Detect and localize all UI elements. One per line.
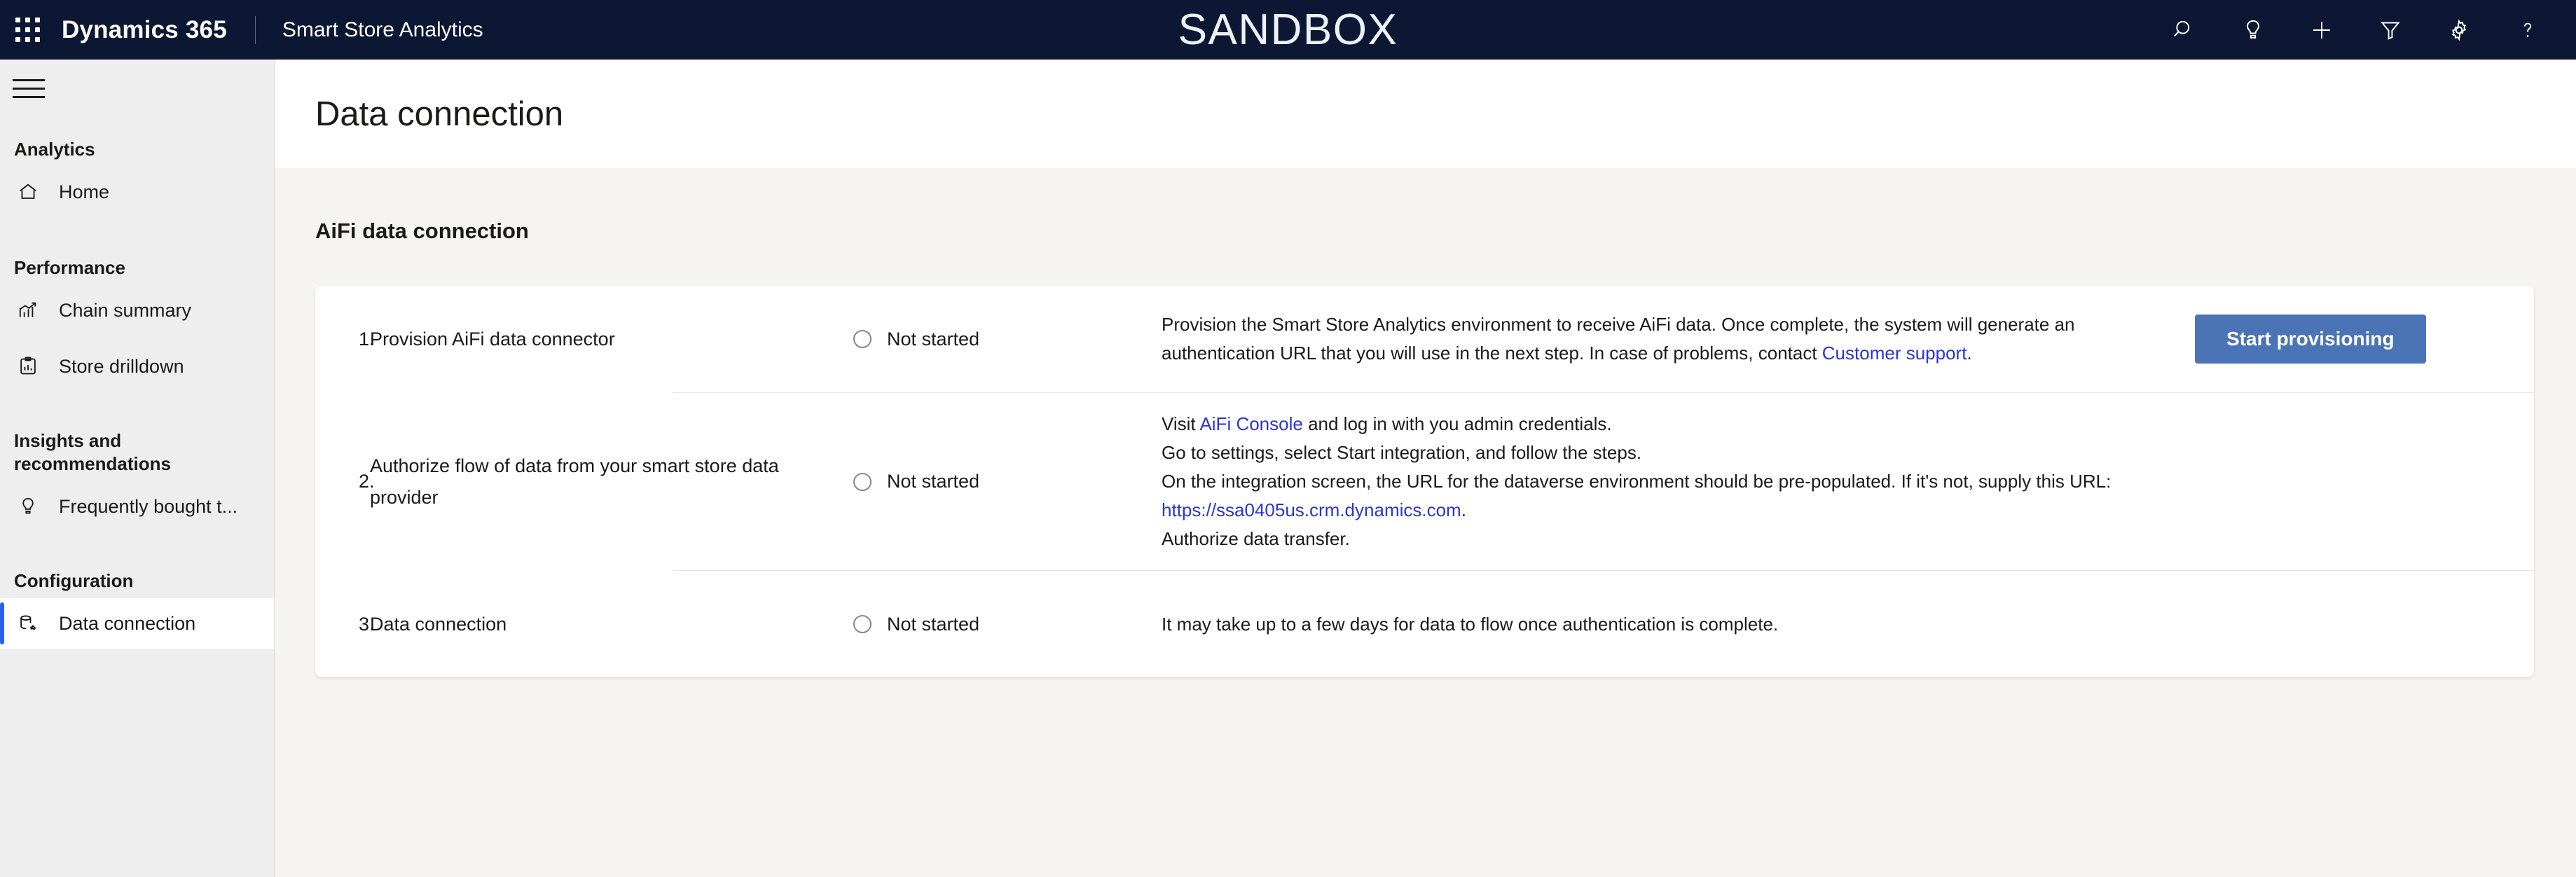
step-name: Authorize flow of data from your smart s… — [370, 455, 779, 508]
trending-chart-icon — [14, 296, 42, 324]
start-provisioning-button[interactable]: Start provisioning — [2195, 315, 2426, 364]
description-link[interactable]: AiFi Console — [1199, 413, 1302, 434]
settings-button[interactable] — [2425, 0, 2493, 60]
step-row: 2. Authorize flow of data from your smar… — [315, 393, 2534, 570]
page-title: Data connection — [315, 95, 564, 133]
app-name-label[interactable]: Smart Store Analytics — [282, 18, 483, 42]
top-app-bar: Dynamics 365 Smart Store Analytics SANDB… — [0, 0, 2576, 60]
clipboard-chart-icon — [14, 352, 42, 380]
plus-icon — [2309, 18, 2334, 43]
environment-banner-label: SANDBOX — [1178, 5, 1398, 54]
lightbulb-icon — [2240, 18, 2266, 43]
sidebar-toggle-button[interactable] — [0, 60, 275, 117]
help-icon — [2515, 18, 2540, 43]
sidebar-item-data-connection[interactable]: Data connection — [0, 598, 274, 649]
step-action: Start provisioning — [2177, 315, 2486, 364]
waffle-launcher-button[interactable] — [0, 0, 55, 60]
step-name: Data connection — [370, 613, 507, 635]
step-status[interactable]: Not started — [853, 329, 1162, 350]
waffle-grid-icon — [15, 18, 40, 42]
new-button[interactable] — [2287, 0, 2356, 60]
nav-group-title-performance: Performance — [14, 257, 125, 278]
step-description: It may take up to a few days for data to… — [1162, 613, 1779, 635]
status-radio-icon[interactable] — [853, 472, 872, 491]
search-button[interactable] — [2150, 0, 2219, 60]
sidebar-item-label: Chain summary — [59, 299, 192, 321]
sidebar-item-frequently-bought-together[interactable]: Frequently bought t... — [0, 481, 274, 532]
nav-group-title-insights: Insights and recommendations — [14, 430, 171, 474]
status-radio-icon[interactable] — [853, 615, 872, 633]
search-icon — [2172, 18, 2197, 43]
nav-group-configuration: Configuration Data connection — [0, 569, 274, 649]
section-title: AiFi data connection — [315, 219, 529, 243]
filter-icon — [2378, 18, 2403, 43]
step-description: Visit AiFi Console and log in with you a… — [1162, 413, 2112, 549]
help-button[interactable] — [2493, 0, 2562, 60]
insights-button[interactable] — [2219, 0, 2287, 60]
status-label: Not started — [887, 328, 980, 350]
step-number: 3. — [359, 613, 375, 635]
database-plug-icon — [14, 609, 42, 637]
data-connection-steps-card: 1. Provision AiFi data connector Not sta… — [315, 286, 2534, 677]
lightbulb-icon — [14, 492, 42, 520]
step-status[interactable]: Not started — [853, 614, 1162, 635]
step-number: 2. — [359, 471, 375, 492]
home-icon — [14, 178, 42, 206]
filter-button[interactable] — [2356, 0, 2425, 60]
step-row: 3. Data connection Not started It may ta… — [315, 571, 2534, 677]
step-row: 1. Provision AiFi data connector Not sta… — [315, 286, 2534, 392]
status-radio-icon[interactable] — [853, 330, 872, 348]
status-label: Not started — [887, 613, 980, 635]
brand-title[interactable]: Dynamics 365 — [62, 16, 227, 44]
app-body: Analytics Home Performance Chain summary… — [0, 60, 2576, 877]
description-link[interactable]: Customer support — [1822, 343, 1967, 364]
nav-group-analytics: Analytics Home — [0, 138, 274, 217]
status-label: Not started — [887, 471, 980, 492]
gear-icon — [2446, 18, 2472, 43]
step-status[interactable]: Not started — [853, 471, 1162, 492]
nav-group-performance: Performance Chain summary Store drilldow… — [0, 256, 274, 392]
step-description: Provision the Smart Store Analytics envi… — [1162, 314, 2075, 364]
sidebar-item-home[interactable]: Home — [0, 167, 274, 217]
step-name: Provision AiFi data connector — [370, 328, 615, 350]
sidebar-item-label: Store drilldown — [59, 355, 184, 377]
nav-group-insights: Insights and recommendations Frequently … — [0, 429, 274, 532]
nav-group-title-analytics: Analytics — [14, 139, 95, 160]
left-sidebar: Analytics Home Performance Chain summary… — [0, 60, 275, 877]
sidebar-item-label: Home — [59, 181, 110, 202]
sidebar-item-store-drilldown[interactable]: Store drilldown — [0, 341, 274, 392]
nav-group-title-configuration: Configuration — [14, 570, 134, 591]
page-header: Data connection — [275, 60, 2576, 168]
step-number: 1. — [359, 328, 375, 350]
main-content: Data connection AiFi data connection 1. … — [275, 60, 2576, 877]
sidebar-item-chain-summary[interactable]: Chain summary — [0, 285, 274, 336]
brand-divider — [254, 15, 256, 44]
description-link[interactable]: https://ssa0405us.crm.dynamics.com — [1162, 499, 1461, 520]
top-bar-actions — [2150, 0, 2576, 60]
sidebar-item-label: Data connection — [59, 612, 196, 634]
sidebar-item-label: Frequently bought t... — [59, 495, 238, 517]
hamburger-menu-icon — [13, 78, 45, 98]
